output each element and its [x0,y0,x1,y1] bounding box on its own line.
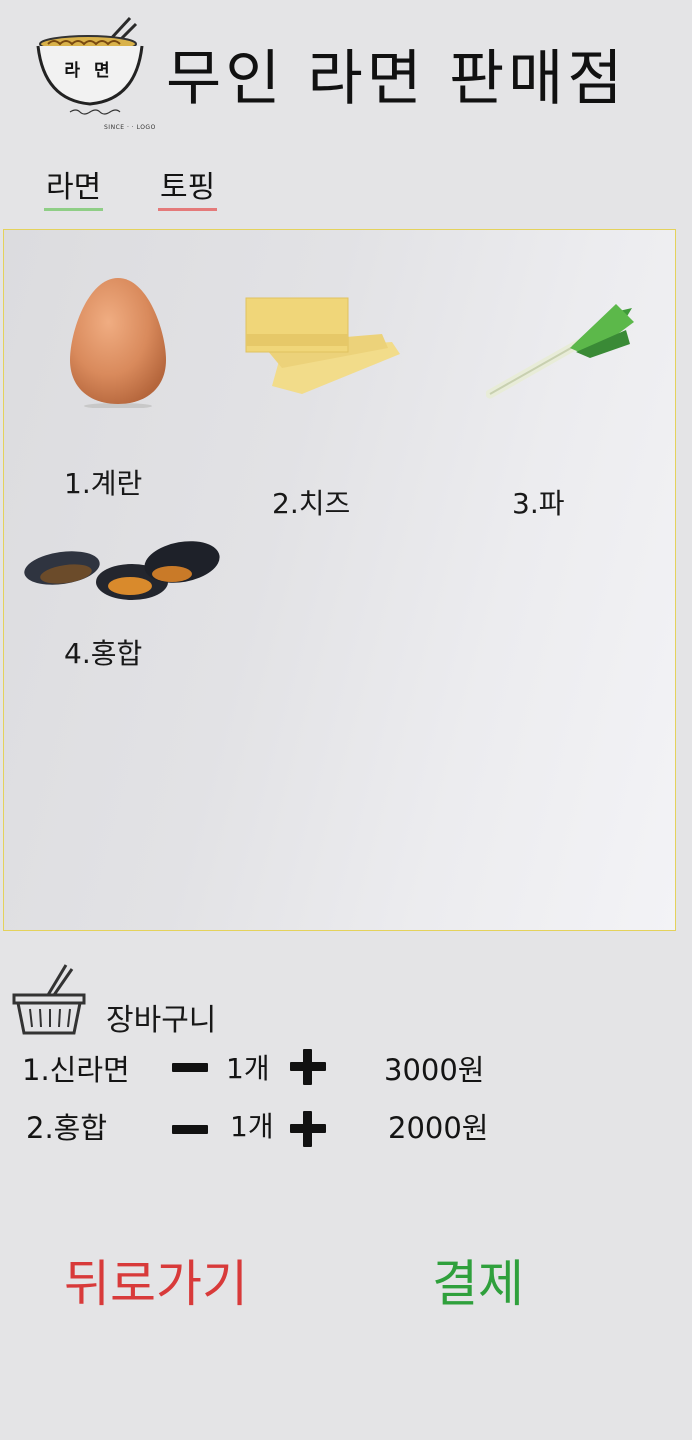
tab-topping[interactable]: 토핑 [158,162,218,211]
topping-item-egg[interactable]: 1.계란 [62,270,182,500]
basket-icon [10,961,90,1037]
cart-item-price: 3000원 [384,1053,485,1087]
topping-label-mussel: 4.홍합 [64,637,143,670]
topping-label-green-onion: 3.파 [512,487,565,520]
header: 라 면 SINCE · · LOGO 무인 라면 판매점 [0,0,692,150]
cart-title: 장바구니 [106,1003,217,1038]
increase-quantity-button[interactable] [286,1107,330,1151]
cart-item-name: 2.홍합 [26,1111,108,1145]
topping-item-cheese[interactable]: 2.치즈 [242,290,412,520]
logo-text: 라 면 [64,61,114,81]
topping-label-egg: 1.계란 [64,467,143,500]
topping-label-cheese: 2.치즈 [272,487,351,520]
shopping-cart-section: 장바구니 1.신라면 1개 3000원 2.홍합 1개 2000원 [0,955,692,1185]
cart-row: 1.신라면 1개 3000원 [0,1045,692,1095]
pay-button[interactable]: 결제 [432,1244,524,1316]
back-button[interactable]: 뒤로가기 [64,1244,248,1316]
cheese-icon [242,290,402,404]
page-title: 무인 라면 판매점 [166,44,627,114]
green-onion-icon [485,294,636,408]
topping-item-green-onion[interactable]: 3.파 [482,290,642,520]
topping-menu-panel: 1.계란 2.치즈 3.파 4.홍합 [3,229,676,931]
cart-item-price: 2000원 [388,1111,489,1145]
egg-icon [68,274,168,412]
tab-ramen[interactable]: 라면 [44,162,104,211]
mussel-icon [22,526,222,616]
logo-caption: SINCE · · LOGO [104,124,156,131]
decrease-quantity-button[interactable] [168,1045,212,1089]
cart-item-quantity: 1개 [230,1110,274,1143]
decrease-quantity-button[interactable] [168,1107,212,1151]
ramen-bowl-logo: 라 면 [34,14,152,134]
increase-quantity-button[interactable] [286,1045,330,1089]
cart-item-quantity: 1개 [226,1052,270,1085]
topping-item-mussel[interactable]: 4.홍합 [22,526,232,676]
cart-item-name: 1.신라면 [22,1053,130,1087]
cart-row: 2.홍합 1개 2000원 [0,1103,692,1153]
